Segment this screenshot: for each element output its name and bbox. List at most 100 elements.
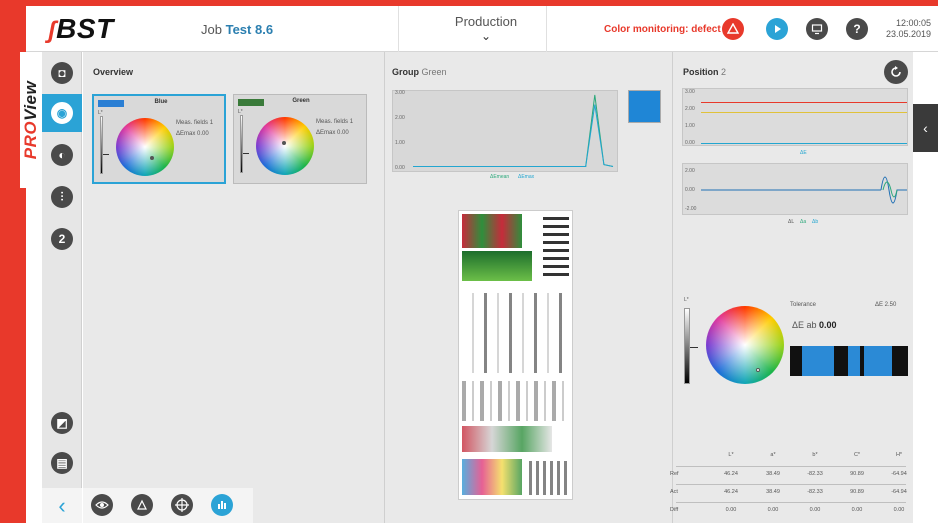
column-header: C* bbox=[853, 452, 861, 458]
group-de-chart: 3.00 2.00 1.00 0.00 bbox=[392, 90, 618, 172]
image-edit-icon: ◩ bbox=[51, 412, 73, 434]
card-name: Blue bbox=[154, 99, 168, 105]
overview-title-text: Overview bbox=[93, 67, 134, 77]
bottom-toolbar bbox=[83, 488, 253, 523]
position-title-number: 2 bbox=[721, 67, 727, 77]
lightness-marker bbox=[690, 347, 698, 348]
table-row: Act 46.24 38.49 -82.33 90.89 -64.94 bbox=[670, 483, 907, 501]
bst-logo: ʃBST bbox=[48, 13, 114, 45]
sidebar-item-camera[interactable]: ◘ bbox=[42, 54, 82, 92]
y-tick: 3.00 bbox=[395, 90, 405, 96]
group-title-label: Group bbox=[392, 67, 419, 77]
job-title: Job Test 8.6 bbox=[201, 22, 273, 37]
sidebar-item-spectral[interactable]: ◉ bbox=[42, 94, 82, 132]
column-header: b* bbox=[812, 452, 818, 458]
report-icon: ▤ bbox=[51, 452, 73, 474]
production-menu[interactable]: Production ⌄ bbox=[426, 14, 546, 43]
table-cell: -64.94 bbox=[891, 471, 907, 477]
table-cell: -82.33 bbox=[807, 489, 823, 495]
sidebar-item-two[interactable]: 2 bbox=[42, 220, 82, 258]
overview-card-green[interactable]: Green L* Meas. fields 1 ΔEmax 0.00 bbox=[233, 94, 367, 184]
l-star-label: L* bbox=[684, 297, 689, 303]
y-tick: 0.00 bbox=[685, 140, 695, 146]
sidebar-item-contrast[interactable]: ◐ bbox=[42, 136, 82, 174]
position-title-label: Position bbox=[683, 67, 719, 77]
sheet-block bbox=[462, 214, 522, 248]
clock: 12:00:05 23.05.2019 bbox=[886, 18, 931, 40]
strip-patch bbox=[802, 346, 834, 376]
lightness-marker bbox=[103, 154, 109, 155]
sheet-block bbox=[462, 426, 552, 452]
chart-icon[interactable] bbox=[211, 494, 233, 516]
sheet-block bbox=[462, 251, 532, 281]
drop-icon[interactable] bbox=[131, 494, 153, 516]
play-icon[interactable] bbox=[766, 18, 788, 40]
sidebar-item-sliders[interactable]: ⫶ bbox=[42, 178, 82, 216]
overview-card-blue[interactable]: Blue L* Meas. fields 1 ΔEmax 0.00 bbox=[92, 94, 226, 184]
y-tick: 3.00 bbox=[685, 89, 695, 95]
bst-logo-text: BST bbox=[56, 13, 114, 44]
tolerance-label: Tolerance bbox=[790, 302, 817, 308]
number-2-icon: 2 bbox=[51, 228, 73, 250]
collapse-panel-handle[interactable]: ‹ bbox=[913, 104, 938, 152]
wheel-marker bbox=[756, 368, 760, 372]
clock-date: 23.05.2019 bbox=[886, 29, 932, 39]
legend-da: Δa bbox=[800, 219, 807, 225]
refresh-icon bbox=[891, 66, 901, 77]
group-de-plot bbox=[413, 94, 614, 167]
card-name: Green bbox=[292, 98, 310, 104]
de-ab-readout: ΔE ab 0.00 bbox=[792, 320, 837, 330]
sheet-block bbox=[462, 381, 570, 421]
y-tick: 1.00 bbox=[395, 140, 405, 146]
refresh-button[interactable] bbox=[884, 60, 908, 84]
monitor-icon[interactable] bbox=[806, 18, 828, 40]
table-cell: 0.00 bbox=[893, 507, 905, 513]
warning-triangle-icon[interactable] bbox=[722, 18, 744, 40]
sheet-block bbox=[462, 459, 522, 495]
emax-label: ΔEmax bbox=[176, 131, 196, 137]
back-chevron-icon[interactable]: ‹ bbox=[42, 488, 82, 523]
tolerance-line-red bbox=[701, 102, 907, 103]
position-de-chart: 3.00 2.00 1.00 0.00 bbox=[682, 88, 908, 146]
strip-patch bbox=[848, 346, 860, 376]
help-icon[interactable]: ? bbox=[846, 18, 868, 40]
y-tick: 2.00 bbox=[395, 115, 405, 121]
sidebar-item-image-edit[interactable]: ◩ bbox=[42, 404, 82, 442]
column-header: L* bbox=[728, 452, 734, 458]
y-tick: 1.00 bbox=[685, 123, 695, 129]
lab-table: L* a* b* C* H* Ref 46.24 38.49 -82.33 90… bbox=[670, 446, 910, 522]
app-header: ʃBST Job Test 8.6 Production ⌄ Color mon… bbox=[26, 6, 938, 52]
y-tick: 2.00 bbox=[685, 106, 695, 112]
column-header: a* bbox=[770, 452, 776, 458]
position-title: Position 2 bbox=[683, 67, 726, 77]
proview-view-text: View bbox=[21, 80, 41, 121]
sidebar-item-report[interactable]: ▤ bbox=[42, 444, 82, 482]
group-title-name: Green bbox=[421, 67, 447, 77]
card-meta: Meas. fields 1 ΔEmax 0.00 bbox=[176, 118, 213, 140]
row-label: Act bbox=[670, 489, 678, 495]
production-menu-label: Production bbox=[454, 14, 518, 29]
eye-icon[interactable] bbox=[91, 494, 113, 516]
row-label: Ref bbox=[670, 471, 679, 477]
sheet-block bbox=[543, 217, 569, 277]
position-lab-chart: 2.00 0.00 -2.00 bbox=[682, 163, 908, 215]
legend-db: Δb bbox=[812, 219, 819, 225]
tool-sidebar: ◘ ◉ ◐ ⫶ 2 ◩ ▤ bbox=[42, 52, 82, 523]
color-wheel bbox=[116, 118, 174, 176]
legend-dl: ΔL bbox=[788, 219, 795, 225]
legend-de-max: ΔEmax bbox=[518, 174, 535, 180]
crosshair-icon[interactable] bbox=[171, 494, 193, 516]
table-cell: -82.33 bbox=[807, 471, 823, 477]
group-title: Group Green bbox=[392, 67, 447, 77]
emax-label: ΔEmax bbox=[316, 130, 336, 136]
job-label: Job bbox=[201, 22, 222, 37]
row-label: Diff bbox=[670, 507, 679, 513]
color-monitoring-status: Color monitoring: defect bbox=[604, 24, 721, 35]
group-color-swatch bbox=[628, 90, 661, 123]
meas-value: 1 bbox=[349, 119, 354, 125]
lightness-bar bbox=[240, 115, 243, 173]
emax-value: 0.00 bbox=[337, 130, 349, 136]
print-sheet-preview[interactable] bbox=[458, 210, 573, 500]
header-divider bbox=[546, 6, 547, 52]
color-wheel bbox=[256, 117, 314, 175]
